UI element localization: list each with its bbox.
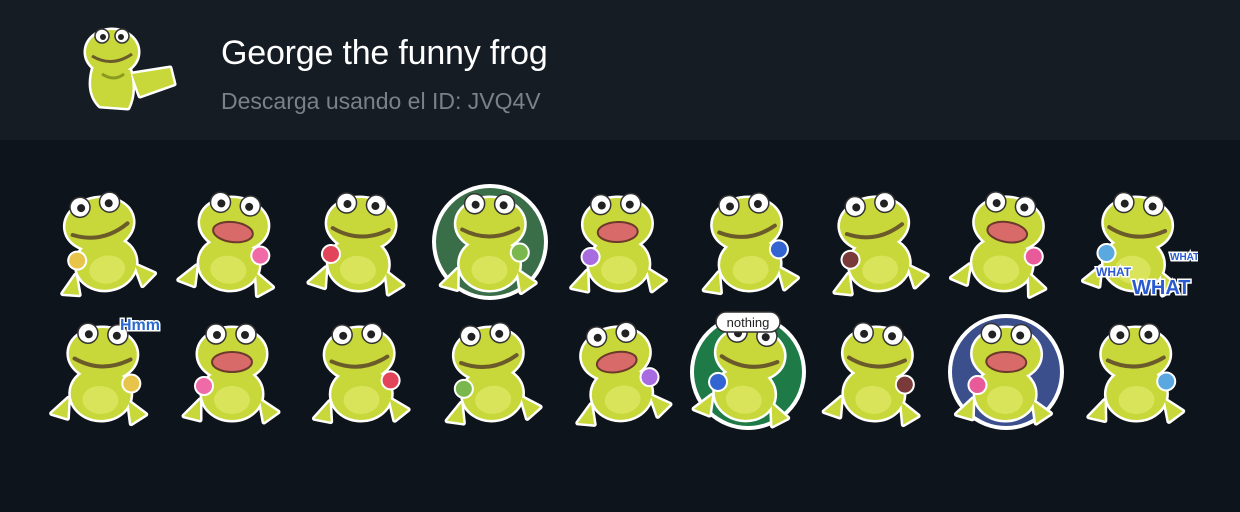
svg-text:WHAT: WHAT (1096, 265, 1132, 279)
frog-arms-crossed-icon[interactable] (298, 308, 422, 432)
frog-what-what-icon[interactable]: WHAT WHAT WHAT (1074, 178, 1198, 302)
frog-flower-necklace-icon[interactable] (556, 178, 680, 302)
svg-text:nothing: nothing (727, 315, 770, 330)
frog-sticker-icon (74, 22, 184, 116)
frog-shrug-icon[interactable] (556, 308, 680, 432)
frog-hmm-icon[interactable]: Hmm (40, 308, 164, 432)
frog-sitting-on-plates-icon[interactable] (428, 308, 552, 432)
frog-sleeping-moon-icon[interactable] (944, 308, 1068, 432)
pack-title: George the funny frog (221, 34, 548, 72)
frog-on-stool-icon[interactable] (1074, 308, 1198, 432)
frog-bowtie-lying-icon[interactable] (686, 178, 810, 302)
svg-text:WHAT: WHAT (1170, 252, 1198, 263)
frog-with-crown-sign-icon[interactable] (40, 178, 164, 302)
pack-header: George the funny frog Descarga usando el… (0, 0, 1240, 140)
svg-text:WHAT: WHAT (1132, 277, 1191, 299)
frog-monocle-wine-icon[interactable] (814, 178, 938, 302)
svg-text:Hmm: Hmm (120, 317, 160, 334)
frog-dancing-circle-icon[interactable] (428, 178, 552, 302)
frog-in-reeds-icon[interactable] (814, 308, 938, 432)
frog-crying-in-float-icon[interactable] (170, 178, 294, 302)
sticker-grid: WHAT WHAT WHAT Hmm nothing (0, 140, 1240, 512)
frog-holding-gift-icon[interactable] (298, 178, 422, 302)
frog-party-hat-icon[interactable] (944, 178, 1068, 302)
frog-pink-hat-kiss-icon[interactable] (170, 308, 294, 432)
pack-id-text: Descarga usando el ID: JVQ4V (221, 88, 541, 114)
frog-nothing-pond-icon[interactable]: nothing (686, 308, 810, 432)
